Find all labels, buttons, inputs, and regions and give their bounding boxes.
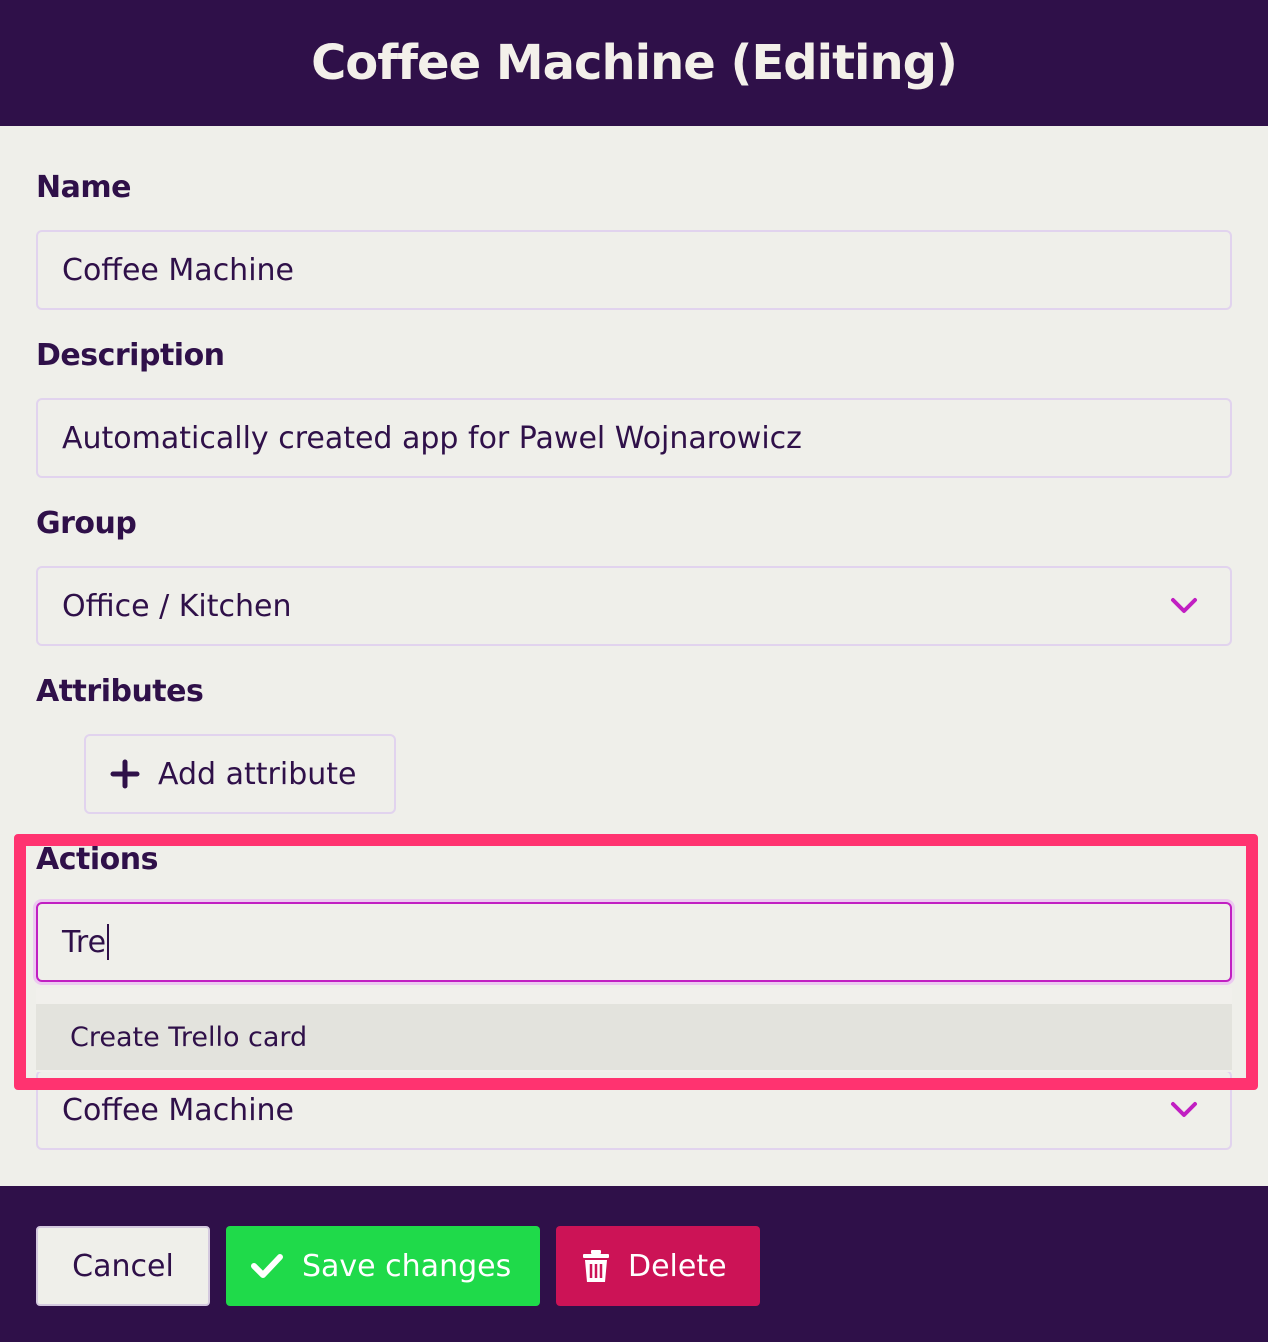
- text-caret: [107, 924, 110, 960]
- actions-input-value: Tre: [62, 924, 107, 960]
- add-attribute-label: Add attribute: [158, 756, 357, 792]
- description-label: Description: [36, 338, 225, 373]
- suggestion-label: Create Trello card: [70, 1021, 308, 1053]
- chevron-down-icon: [1154, 568, 1214, 644]
- app-select-value: Coffee Machine: [62, 1092, 295, 1128]
- description-input-value: Automatically created app for Pawel Wojn…: [62, 420, 802, 456]
- save-changes-button[interactable]: Save changes: [226, 1226, 540, 1306]
- delete-label: Delete: [628, 1248, 727, 1284]
- name-input-value: Coffee Machine: [62, 252, 295, 288]
- page-header: Coffee Machine (Editing): [0, 0, 1268, 126]
- cancel-label: Cancel: [72, 1248, 174, 1284]
- page-title: Coffee Machine (Editing): [311, 35, 958, 91]
- attributes-label: Attributes: [36, 674, 204, 709]
- add-attribute-button[interactable]: Add attribute: [84, 734, 396, 814]
- chevron-down-icon: [1154, 1072, 1214, 1148]
- app-select[interactable]: Coffee Machine: [36, 1070, 1232, 1150]
- group-select[interactable]: Office / Kitchen: [36, 566, 1232, 646]
- save-label: Save changes: [302, 1248, 512, 1284]
- check-icon: [251, 1254, 283, 1278]
- name-input[interactable]: Coffee Machine: [36, 230, 1232, 310]
- cancel-button[interactable]: Cancel: [36, 1226, 210, 1306]
- name-label: Name: [36, 170, 131, 205]
- actions-suggestions-dropdown: Create Trello card: [36, 988, 1232, 1072]
- delete-button[interactable]: Delete: [556, 1226, 760, 1306]
- trash-icon: [583, 1250, 609, 1282]
- group-label: Group: [36, 506, 137, 541]
- plus-icon: [110, 759, 140, 789]
- group-select-value: Office / Kitchen: [62, 588, 292, 624]
- suggestion-create-trello-card[interactable]: Create Trello card: [36, 1004, 1232, 1070]
- actions-search-input[interactable]: Tre: [36, 902, 1232, 982]
- actions-label: Actions: [36, 842, 158, 877]
- description-input[interactable]: Automatically created app for Pawel Wojn…: [36, 398, 1232, 478]
